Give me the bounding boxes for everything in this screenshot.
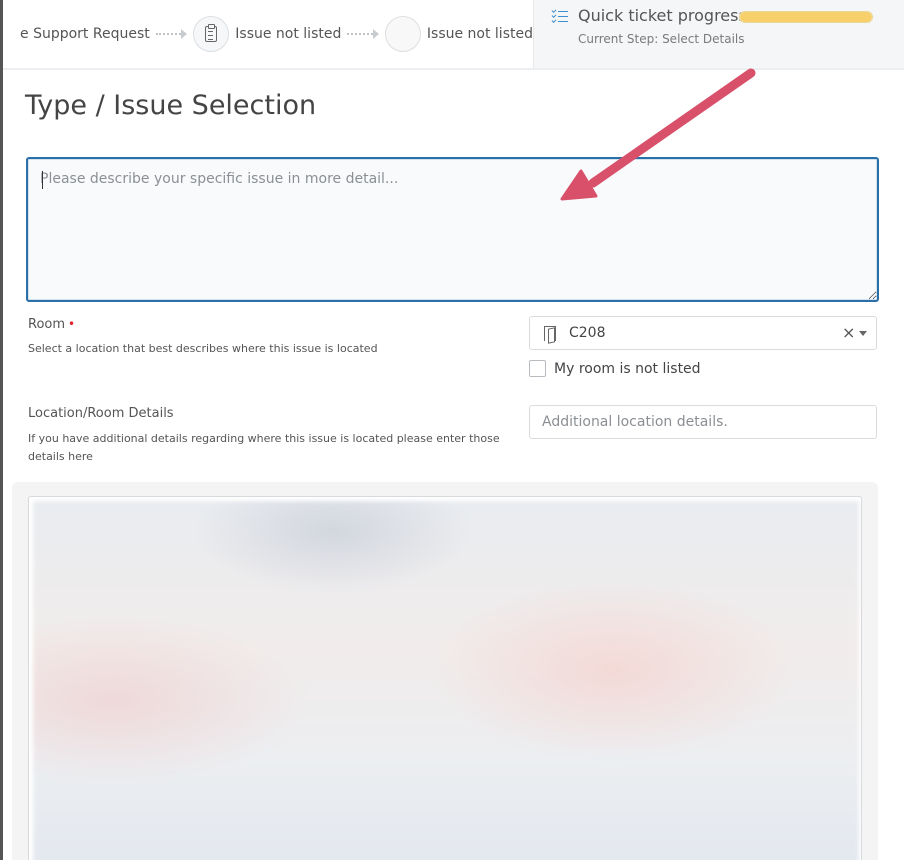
wizard-header: e Support Request Issue not listed Issue… [3,0,904,70]
step-connector [347,29,379,39]
current-step-text: Current Step: Select Details [578,32,745,46]
quick-ticket-progress: Quick ticket progress Current Step: Sele… [533,0,904,68]
room-label: Room • [28,317,75,332]
step-issue-circle[interactable] [193,16,230,52]
step-breadcrumb: e Support Request Issue not listed Issue… [3,0,533,68]
ticket-modal: e Support Request Issue not listed Issue… [3,0,904,860]
attachment-panel [12,482,878,860]
blurred-preview-image [33,501,859,860]
progress-title: Quick ticket progress [578,6,747,25]
location-details-label: Location/Room Details [28,406,174,421]
location-details-help: If you have additional details regarding… [28,432,500,463]
page-title: Type / Issue Selection [25,90,317,121]
checklist-icon [551,8,568,23]
room-help-text: Select a location that best describes wh… [28,342,378,355]
step-support-request[interactable]: e Support Request [20,26,150,42]
room-not-listed-checkbox[interactable] [529,360,546,377]
issue-description-textarea[interactable] [26,157,879,302]
clear-selection-icon[interactable]: × [842,323,855,343]
attachment-frame [28,496,862,860]
room-not-listed-label[interactable]: My room is not listed [554,361,701,377]
required-indicator: • [68,317,76,331]
clipboard-icon [205,24,218,42]
door-icon [544,326,556,341]
chevron-down-icon[interactable] [859,331,867,336]
room-label-text: Room [28,317,66,332]
progress-fill [740,12,872,22]
room-select[interactable]: C208 × [529,316,877,350]
step-current-circle[interactable] [384,16,421,52]
step-issue-not-listed-current[interactable]: Issue not listed [427,26,533,42]
location-details-input[interactable] [529,405,877,439]
room-selected-value: C208 [569,325,606,341]
text-caret [42,171,43,189]
step-issue-not-listed[interactable]: Issue not listed [235,26,341,42]
step-connector [155,29,188,39]
progress-bar [739,11,873,23]
